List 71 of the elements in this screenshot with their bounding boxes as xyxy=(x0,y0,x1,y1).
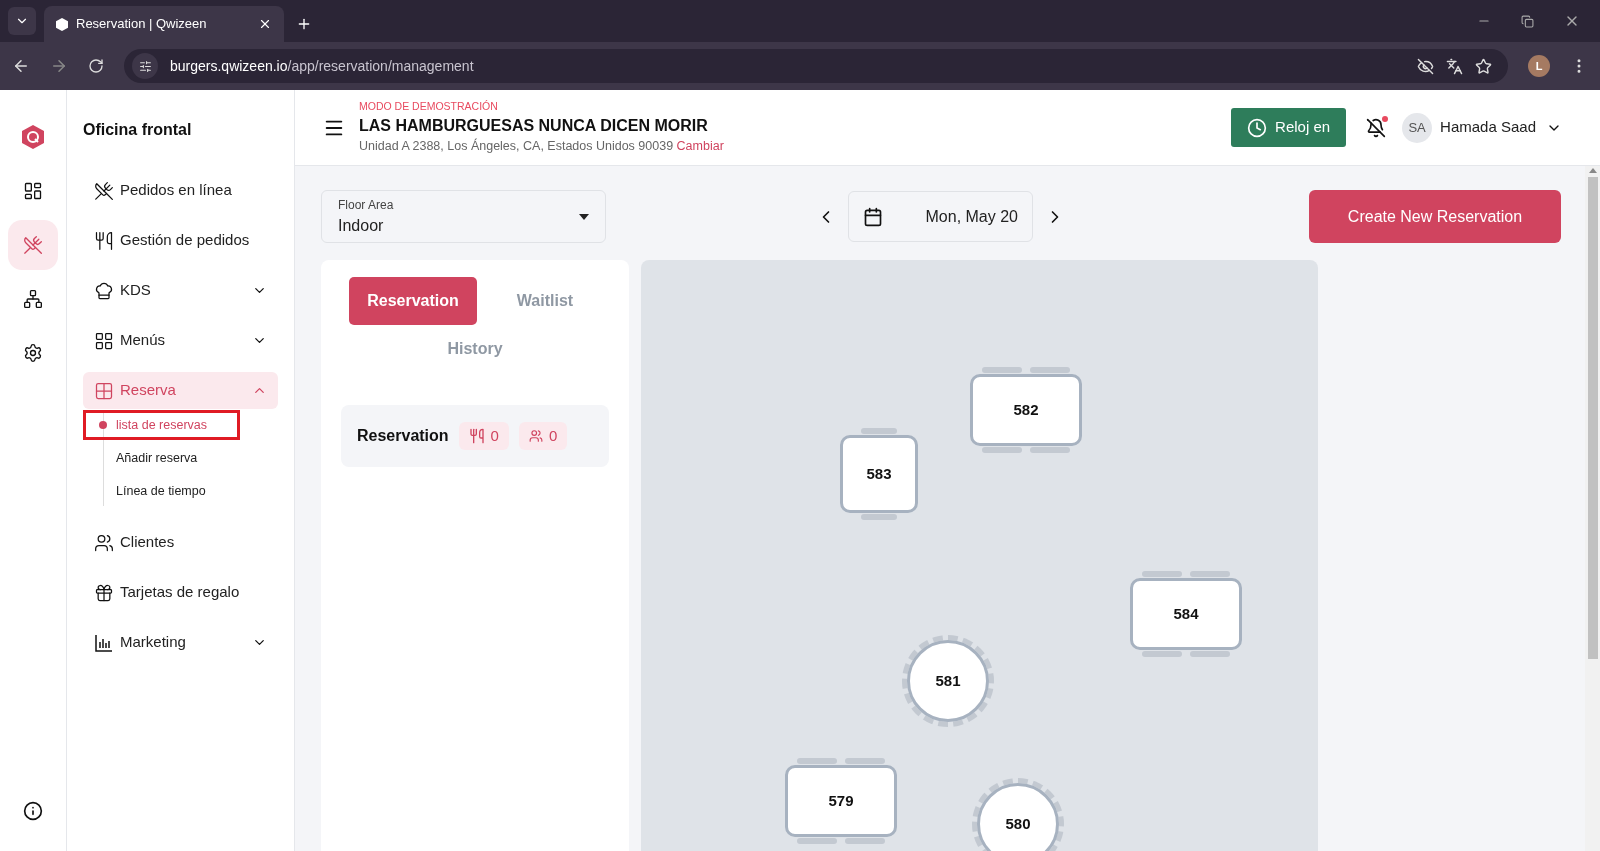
favicon-icon xyxy=(56,17,68,31)
demo-mode-label: MODO DE DEMOSTRACIÓN xyxy=(359,99,499,115)
sidebar-item[interactable]: Pedidos en línea xyxy=(83,172,278,209)
restaurant-address: Unidad A 2388, Los Ángeles, CA, Estados Unidos 90039 Cambiar xyxy=(359,137,725,155)
floor-area-select[interactable]: Floor Area Indoor xyxy=(321,190,606,243)
tab[interactable]: Reservation xyxy=(349,277,477,325)
sidebar-title: Oficina frontal xyxy=(83,120,193,140)
back-icon[interactable] xyxy=(12,57,30,75)
tab-title: Reservation | Qwizeen xyxy=(76,15,208,34)
clock-in-button[interactable]: Reloj en xyxy=(1231,108,1347,147)
gift-icon xyxy=(94,582,114,603)
new-tab-icon[interactable] xyxy=(296,16,312,32)
sidebar-item[interactable]: Clientes xyxy=(83,524,278,561)
covers-badge: 0 xyxy=(458,422,509,450)
bar-chart-icon xyxy=(94,632,114,653)
sidebar-item[interactable]: KDS xyxy=(83,272,278,309)
fork-knife-icon xyxy=(468,428,485,444)
info-icon[interactable] xyxy=(23,801,43,821)
dining-table[interactable]: 581 xyxy=(902,635,994,727)
reload-icon[interactable] xyxy=(88,58,104,74)
summary-title: Reservation xyxy=(357,426,449,446)
browser-tab[interactable]: Reservation | Qwizeen xyxy=(44,6,284,42)
dashboard-icon xyxy=(23,181,43,201)
dropdown-caret-icon xyxy=(579,213,589,220)
date-picker[interactable]: Mon, May 20 xyxy=(848,191,1033,242)
sliders-icon xyxy=(138,59,152,73)
chef-hat-icon xyxy=(94,280,114,301)
sidebar-item[interactable]: Tarjetas de regalo xyxy=(83,574,278,611)
guests-badge: 0 xyxy=(518,422,568,450)
translate-icon[interactable] xyxy=(1446,57,1463,75)
bookmark-star-icon[interactable] xyxy=(1475,57,1492,75)
eye-off-icon[interactable] xyxy=(1417,57,1434,75)
scroll-up-arrow-icon xyxy=(1588,168,1597,173)
forward-icon[interactable] xyxy=(50,57,68,75)
calendar-icon xyxy=(863,206,883,227)
url-text: burgers.qwizeen.io/app/reservation/management xyxy=(170,56,474,76)
sidebar-subitem[interactable]: lista de reservas xyxy=(83,410,240,440)
clock-icon xyxy=(1247,117,1268,138)
profile-avatar[interactable]: L xyxy=(1528,55,1550,77)
sidebar-subitem[interactable]: Línea de tiempo xyxy=(83,476,240,506)
grid-icon xyxy=(94,380,114,401)
bell-off-icon[interactable] xyxy=(1366,117,1387,138)
users-icon xyxy=(94,532,114,553)
close-icon[interactable] xyxy=(258,17,272,31)
sidebar-item[interactable]: Reserva xyxy=(83,372,278,409)
utensils-icon xyxy=(23,235,43,255)
field-value: Indoor xyxy=(338,215,385,236)
sidebar-item[interactable]: Marketing xyxy=(83,624,278,661)
field-label: Floor Area xyxy=(338,196,395,214)
grid-icon xyxy=(94,330,114,351)
tab-search-button[interactable] xyxy=(8,7,36,35)
utensils-icon xyxy=(94,180,114,201)
scrollbar[interactable] xyxy=(1585,166,1600,851)
users-icon xyxy=(528,429,543,443)
settings-icon xyxy=(23,343,43,363)
restore-icon[interactable] xyxy=(1521,14,1534,28)
sidebar-subitem[interactable]: Añadir reserva xyxy=(83,443,240,473)
sidebar-item[interactable]: Menús xyxy=(83,322,278,359)
logo-icon xyxy=(21,124,45,150)
user-name[interactable]: Hamada Saad xyxy=(1440,116,1536,139)
fork-knife-icon xyxy=(94,230,114,251)
site-info-button[interactable] xyxy=(132,53,158,79)
network-icon xyxy=(23,289,43,309)
change-link[interactable]: Cambiar xyxy=(676,139,724,153)
user-avatar[interactable]: SA xyxy=(1402,112,1433,143)
create-reservation-button[interactable]: Create New Reservation xyxy=(1309,190,1561,243)
dining-table[interactable]: 580 xyxy=(972,778,1064,851)
restaurant-name: LAS HAMBURGUESAS NUNCA DICEN MORIR xyxy=(359,116,709,136)
sidebar-item[interactable]: Gestión de pedidos xyxy=(83,222,278,259)
address-bar[interactable]: burgers.qwizeen.io/app/reservation/management xyxy=(124,49,1508,83)
scrollbar-thumb[interactable] xyxy=(1587,177,1598,659)
